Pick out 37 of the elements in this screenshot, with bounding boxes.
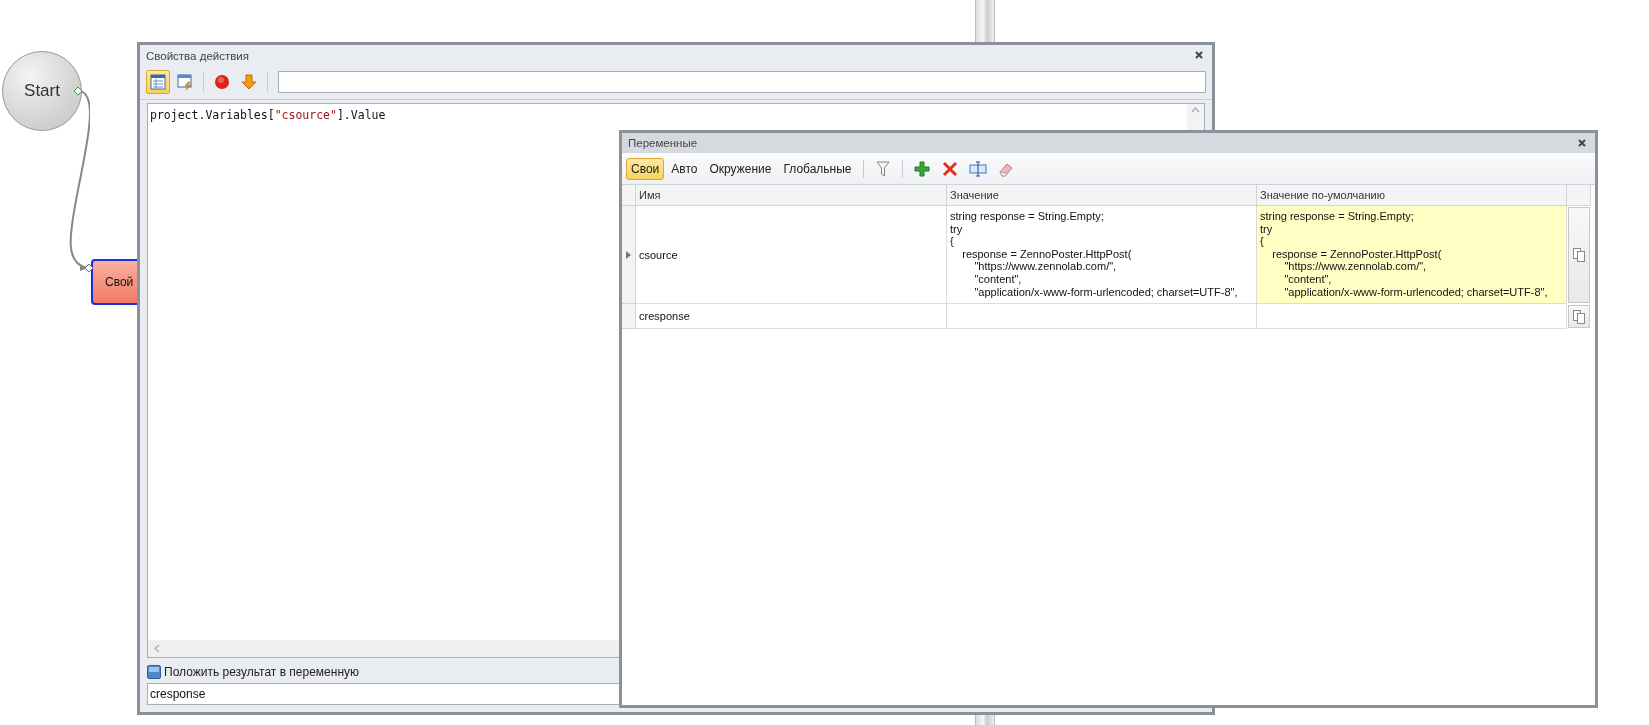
output-port-icon bbox=[73, 86, 83, 96]
toolbar-button[interactable] bbox=[146, 70, 170, 94]
scroll-up-icon bbox=[1191, 107, 1200, 113]
window-lightning-icon bbox=[176, 73, 194, 91]
name-cell: csource bbox=[636, 206, 947, 305]
filter-tab[interactable]: Глобальные bbox=[778, 157, 857, 180]
filter-tab[interactable]: Окружение bbox=[704, 157, 777, 180]
copy-icon bbox=[1573, 309, 1585, 324]
add-icon bbox=[912, 159, 931, 178]
column-header[interactable]: Имя bbox=[636, 185, 947, 206]
delete-icon bbox=[940, 159, 959, 178]
table-icon bbox=[149, 73, 167, 91]
square-icon bbox=[147, 665, 161, 679]
start-node[interactable]: Start bbox=[2, 51, 82, 131]
default-value-cell: string response = String.Empty; try { response = ZennoPoster.HttpPost( "https://www.zennolab.com/", "content", "application/x-www-form-urlencoded; charset=UTF-8", bbox=[1257, 206, 1567, 305]
name-cell: cresponse bbox=[636, 304, 947, 330]
down-arrow-icon bbox=[240, 73, 258, 91]
close-icon bbox=[1577, 137, 1587, 148]
filter-tab[interactable]: Свои bbox=[626, 157, 665, 180]
row-pointer-icon bbox=[626, 250, 631, 259]
copy-icon bbox=[1573, 248, 1585, 263]
save-result-label: Положить результат в переменную bbox=[164, 665, 360, 679]
filter-tab[interactable]: Авто bbox=[666, 157, 703, 180]
filter-icon bbox=[873, 159, 892, 178]
rename-icon bbox=[968, 159, 987, 178]
close-icon bbox=[1194, 50, 1204, 60]
search-field[interactable] bbox=[278, 71, 1206, 93]
scroll-left-icon bbox=[154, 644, 160, 653]
input-port-icon bbox=[84, 263, 94, 273]
window-title: Переменные bbox=[628, 137, 698, 149]
code-line: project.Variables["csource"].Value bbox=[149, 107, 387, 124]
column-header[interactable]: Значение по-умолчанию bbox=[1257, 185, 1567, 206]
window-title: Свойства действия bbox=[146, 49, 249, 62]
copy-button[interactable] bbox=[1568, 207, 1590, 304]
stop-circle-icon bbox=[213, 73, 231, 91]
copy-button[interactable] bbox=[1568, 305, 1590, 329]
column-header[interactable]: Значение bbox=[947, 185, 1257, 206]
